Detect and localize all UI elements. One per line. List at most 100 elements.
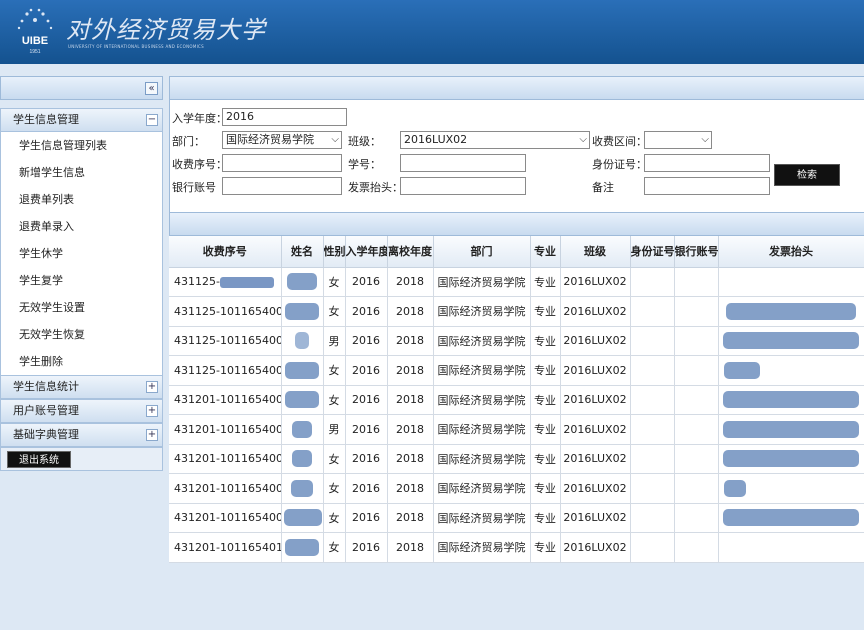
- table-row[interactable]: 431201-1011654009 女 2016 2018 国际经济贸易学院 专…: [169, 503, 864, 533]
- dept-cell: 国际经济贸易学院: [433, 385, 531, 415]
- table-row[interactable]: 431125-1011654003 男 2016 2018 国际经济贸易学院 专…: [169, 326, 864, 356]
- collapse-icon[interactable]: −: [146, 114, 158, 126]
- gender-cell: 女: [323, 532, 346, 563]
- table-row[interactable]: 431201-1011654008 女 2016 2018 国际经济贸易学院 专…: [169, 473, 864, 504]
- redacted-name: [285, 361, 319, 379]
- sidebar-group-statistics[interactable]: 学生信息统计 +: [0, 375, 163, 399]
- redacted-name: [295, 332, 309, 350]
- class-cell: 2016LUX02: [560, 296, 631, 327]
- table-row[interactable]: 431125- 女 2016 2018 国际经济贸易学院 专业 2016LUX0…: [169, 267, 864, 297]
- enroll-cell: 2016: [345, 385, 388, 415]
- sidebar-item-add-student[interactable]: 新增学生信息: [1, 159, 162, 186]
- table-row[interactable]: 431201-1011654006 男 2016 2018 国际经济贸易学院 专…: [169, 414, 864, 445]
- serial-cell: 431201-1011654011: [169, 532, 282, 563]
- expand-icon[interactable]: +: [146, 429, 158, 441]
- sidebar-group-student-info[interactable]: 学生信息管理 −: [0, 108, 163, 132]
- chevron-down-icon: ⌵: [331, 134, 339, 145]
- table-row[interactable]: 431201-1011654011 女 2016 2018 国际经济贸易学院 专…: [169, 532, 864, 563]
- collapse-sidebar-icon[interactable]: «: [145, 82, 158, 95]
- exit-button[interactable]: 退出系统: [7, 451, 71, 468]
- sidebar-group-dictionary[interactable]: 基础字典管理 +: [0, 423, 163, 447]
- col-header[interactable]: 收费序号: [169, 236, 282, 268]
- invoice-title-input[interactable]: [400, 177, 526, 195]
- student-no-label: 学号：: [348, 158, 381, 171]
- sidebar-item-refund-entry[interactable]: 退费单录入: [1, 213, 162, 240]
- bank-label: 银行账号: [172, 181, 216, 194]
- col-header[interactable]: 发票抬头: [718, 236, 864, 268]
- id-cell: [630, 296, 675, 327]
- sidebar-group-label: 学生信息统计: [13, 380, 79, 393]
- sidebar-item-refund-list[interactable]: 退费单列表: [1, 186, 162, 213]
- redacted-name: [292, 450, 312, 468]
- redacted-name: [291, 479, 313, 497]
- table-row[interactable]: 431125-1011654002 女 2016 2018 国际经济贸易学院 专…: [169, 296, 864, 327]
- col-header[interactable]: 班级: [560, 236, 631, 268]
- sidebar: « 学生信息管理 − 学生信息管理列表 新增学生信息 退费单列表 退费单录入 学…: [0, 76, 163, 486]
- class-select[interactable]: 2016LUX02 ⌵: [400, 131, 590, 149]
- grid-toolbar: [169, 212, 864, 236]
- redacted-name: [287, 273, 317, 291]
- col-header[interactable]: 入学年度: [345, 236, 388, 268]
- major-cell: 专业: [530, 267, 561, 297]
- major-cell: 专业: [530, 503, 561, 533]
- col-header[interactable]: 姓名: [281, 236, 324, 268]
- gender-cell: 女: [323, 385, 346, 415]
- redacted-invoice: [723, 332, 859, 350]
- sidebar-item-delete-student[interactable]: 学生删除: [1, 348, 162, 375]
- leave-cell: 2018: [387, 355, 434, 386]
- dept-select[interactable]: 国际经济贸易学院 ⌵: [222, 131, 342, 149]
- sidebar-item-invalid-restore[interactable]: 无效学生恢复: [1, 321, 162, 348]
- dept-cell: 国际经济贸易学院: [433, 532, 531, 563]
- dept-label: 部门：: [172, 135, 205, 148]
- class-cell: 2016LUX02: [560, 414, 631, 445]
- id-number-input[interactable]: [644, 154, 770, 172]
- search-form: 入学年度： 2016 部门： 国际经济贸易学院 ⌵ 班级： 2016LUX02 …: [169, 100, 864, 212]
- id-cell: [630, 444, 675, 474]
- serial-input[interactable]: [222, 154, 342, 172]
- student-no-input[interactable]: [400, 154, 526, 172]
- bank-cell: [674, 532, 719, 563]
- app-header: UIBE 1951 对外经济贸易大学 UNIVERSITY OF INTERNA…: [0, 0, 864, 64]
- serial-cell: 431125-: [174, 275, 220, 289]
- sidebar-item-student-list[interactable]: 学生信息管理列表: [1, 132, 162, 159]
- sidebar-exit-row: 退出系统: [0, 447, 163, 471]
- redacted-invoice: [723, 479, 746, 497]
- search-button[interactable]: 检索: [774, 164, 840, 186]
- svg-text:1951: 1951: [29, 49, 40, 55]
- col-header[interactable]: 专业: [530, 236, 561, 268]
- bank-account-input[interactable]: [222, 177, 342, 195]
- leave-cell: 2018: [387, 532, 434, 563]
- table-row[interactable]: 431125-1011654004 女 2016 2018 国际经济贸易学院 专…: [169, 355, 864, 386]
- expand-icon[interactable]: +: [146, 381, 158, 393]
- gender-cell: 女: [323, 355, 346, 386]
- col-header[interactable]: 银行账号: [674, 236, 719, 268]
- sidebar-menu-list: 学生信息管理列表 新增学生信息 退费单列表 退费单录入 学生休学 学生复学 无效…: [0, 132, 163, 375]
- sidebar-item-suspend[interactable]: 学生休学: [1, 240, 162, 267]
- class-cell: 2016LUX02: [560, 503, 631, 533]
- id-cell: [630, 414, 675, 445]
- sidebar-item-invalid-set[interactable]: 无效学生设置: [1, 294, 162, 321]
- expand-icon[interactable]: +: [146, 405, 158, 417]
- redacted-name: [285, 538, 319, 556]
- major-cell: 专业: [530, 326, 561, 356]
- major-cell: 专业: [530, 385, 561, 415]
- col-header[interactable]: 身份证号: [630, 236, 675, 268]
- enroll-year-input[interactable]: 2016: [222, 108, 347, 126]
- id-cell: [630, 503, 675, 533]
- major-cell: 专业: [530, 355, 561, 386]
- table-row[interactable]: 431201-1011654005 女 2016 2018 国际经济贸易学院 专…: [169, 385, 864, 415]
- col-header[interactable]: 性别: [323, 236, 346, 268]
- sidebar-group-accounts[interactable]: 用户账号管理 +: [0, 399, 163, 423]
- sidebar-group-label: 用户账号管理: [13, 404, 79, 417]
- col-header[interactable]: 离校年度: [387, 236, 434, 268]
- fee-range-select[interactable]: ⌵: [644, 131, 712, 149]
- chevron-down-icon: ⌵: [701, 134, 709, 145]
- dept-cell: 国际经济贸易学院: [433, 296, 531, 327]
- main-toolbar: [169, 76, 864, 100]
- sidebar-item-resume[interactable]: 学生复学: [1, 267, 162, 294]
- remark-input[interactable]: [644, 177, 770, 195]
- col-header[interactable]: 部门: [433, 236, 531, 268]
- redacted-invoice: [726, 302, 856, 320]
- class-cell: 2016LUX02: [560, 444, 631, 474]
- table-row[interactable]: 431201-1011654007 女 2016 2018 国际经济贸易学院 专…: [169, 444, 864, 474]
